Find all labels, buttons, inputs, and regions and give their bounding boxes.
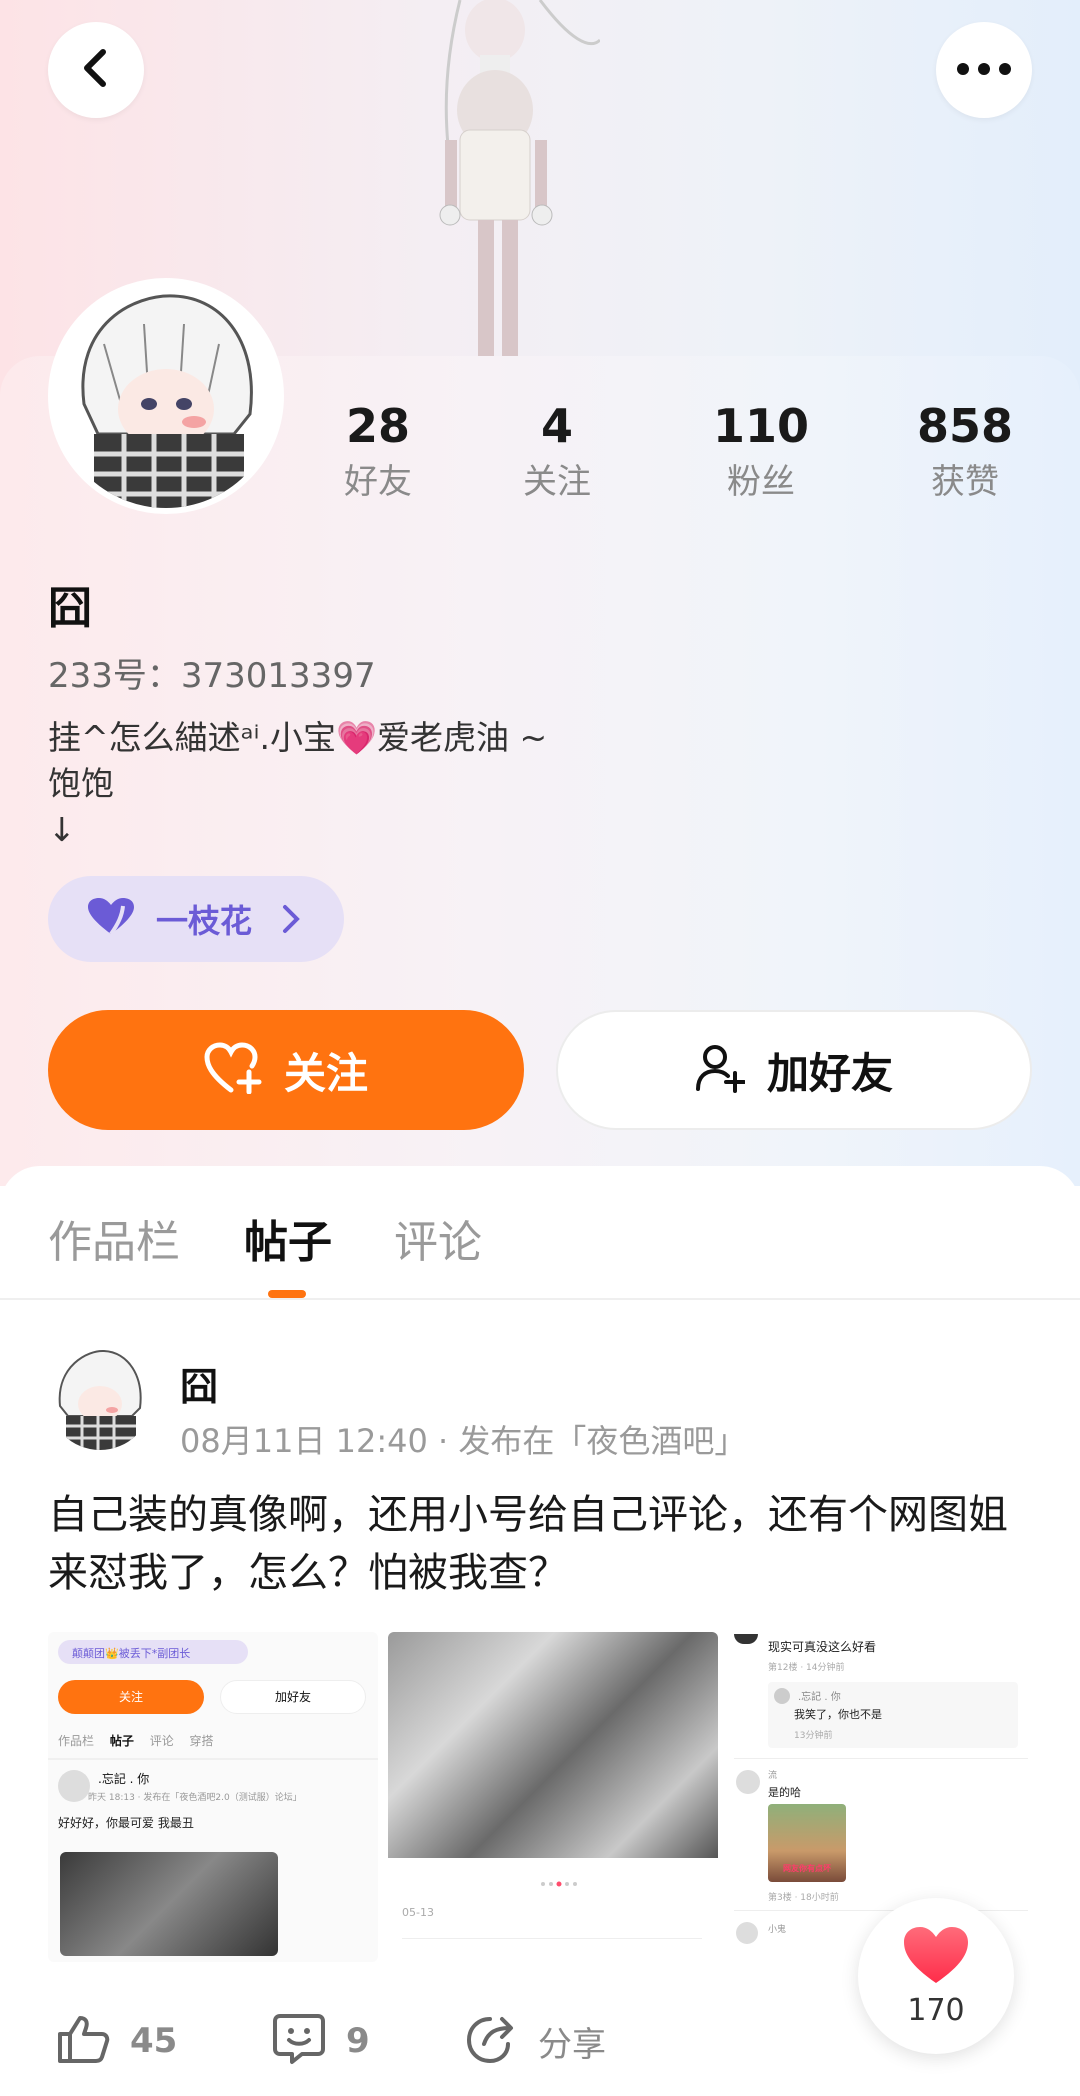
mini-meme-text: 网友你有点坏 [783,1864,831,1873]
mini-user: 流 [768,1771,778,1781]
tab-works[interactable]: 作品栏 [48,1206,180,1270]
mini-tabs: 作品栏 帖子 评论 穿搭 [58,1732,214,1749]
chevron-right-icon [282,904,300,938]
mini-meme-image: 网友你有点坏 [768,1804,846,1882]
chevron-left-icon [79,48,113,92]
heart-plus-icon [204,1042,262,1098]
comment-icon [272,2013,326,2069]
like-button[interactable]: 45 [56,2006,177,2076]
mini-follow-button: 关注 [58,1680,204,1714]
bio-line: ↓ [48,810,76,849]
follow-button[interactable]: 关注 [48,1010,524,1130]
mini-tab: 作品栏 [58,1734,95,1748]
bio-line: 挂^怎么緢述ᵃⁱ.小宝💗爱老虎油 ~ [48,718,548,757]
more-dots-icon [956,61,1012,80]
mini-date: 05-13 [402,1906,434,1919]
mini-avatar [734,1634,758,1644]
post-author-avatar[interactable] [48,1346,152,1450]
share-label: 分享 [538,2024,606,2065]
mini-tab: 评论 [149,1734,174,1748]
share-icon [464,2014,518,2068]
mini-meta: 13分钟前 [794,1731,833,1741]
profile-id: 233号：373013397 [48,656,376,696]
comment-button[interactable]: 9 [272,2006,370,2076]
mini-tag-pill: 颠颠团👑被丢下*副团长 [58,1640,248,1664]
stat-label: 关注 [523,462,591,502]
stat-label: 获赞 [931,462,999,502]
share-button[interactable]: 分享 [464,2006,606,2076]
tab-indicator [268,1290,306,1298]
mini-comment: 现实可真没这么好看 [768,1640,877,1654]
mini-avatar [58,1770,90,1802]
stat-followers[interactable]: 110 粉丝 [681,398,841,504]
post-images: 颠颠团👑被丢下*副团长 关注 加好友 作品栏 帖子 评论 穿搭 .忘記 . 你 … [48,1632,1032,1962]
mini-avatar [774,1688,790,1704]
mini-user: .忘記 . 你 [98,1772,150,1786]
profile-tabs: 作品栏 帖子 评论 [0,1166,1080,1300]
mini-user: 小鬼 [768,1925,787,1935]
mini-divider [734,1758,1028,1759]
mini-divider [402,1938,702,1939]
post-image-1[interactable]: 颠颠团👑被丢下*副团长 关注 加好友 作品栏 帖子 评论 穿搭 .忘記 . 你 … [48,1632,378,1962]
mini-meta: 第3楼 · 18小时前 [768,1893,839,1903]
stat-label: 好友 [344,462,412,502]
mini-photo [60,1852,278,1956]
more-button[interactable] [936,22,1032,118]
post-author-name[interactable]: 囧 [180,1356,218,1411]
post-image-2[interactable]: 05-13 [388,1632,718,1962]
profile-stats: 28 好友 4 关注 110 粉丝 858 获赞 [280,398,1080,518]
mini-add-friend-button: 加好友 [220,1680,366,1714]
add-user-icon [695,1043,746,1097]
mini-avatar [736,1922,758,1944]
bio-line: 饱饱 [48,764,114,803]
stat-value: 4 [540,399,573,453]
mini-meta: 昨天 18:13 · 发布在「夜色酒吧2.0（测试服）论坛」 [88,1793,302,1803]
add-friend-label: 加好友 [766,1048,893,1098]
mini-divider [48,1758,378,1760]
mini-reply: .忘記 . 你 我笑了，你也不是 13分钟前 [768,1682,1018,1748]
like-count: 45 [130,2021,178,2061]
banner-character-image [400,0,602,360]
tag-label: 一枝花 [156,902,253,940]
floating-like-count: 170 [907,1992,965,2028]
stat-label: 粉丝 [727,462,795,502]
profile-bio: 挂^怎么緢述ᵃⁱ.小宝💗爱老虎油 ~ 饱饱 ↓ [48,715,547,853]
profile-name: 囧 [48,583,92,634]
mini-comment: 是的哈 [768,1786,801,1799]
stat-likes[interactable]: 858 获赞 [885,398,1045,504]
stat-following[interactable]: 4 关注 [477,398,637,504]
stat-friends[interactable]: 28 好友 [298,398,458,504]
heart-icon [902,1925,970,1989]
mini-text: 好好好，你最可爱 我最丑 [58,1816,194,1830]
tab-posts[interactable]: 帖子 [244,1206,332,1270]
floating-like-button[interactable]: 170 [858,1898,1014,2054]
mini-avatar [736,1770,760,1794]
post-text[interactable]: 自己装的真像啊，还用小号给自己评论，还有个网图姐来怼我了，怎么？怕被我查？ [48,1486,1038,1602]
add-friend-button[interactable]: 加好友 [556,1010,1032,1130]
tag-badge[interactable]: 一枝花 [48,876,344,962]
post-image-3[interactable]: 现实可真没这么好看 第12楼 · 14分钟前 .忘記 . 你 我笑了，你也不是 … [728,1632,1032,1962]
stat-value: 858 [916,399,1014,453]
mini-user: .忘記 . 你 [798,1692,841,1703]
post-meta: 08月11日 12:40 · 发布在「夜色酒吧」 [180,1422,747,1460]
mini-meta: 第12楼 · 14分钟前 [768,1663,845,1673]
stat-value: 110 [712,399,810,453]
comment-count: 9 [346,2021,370,2061]
mini-tab: 帖子 [109,1734,134,1748]
mini-tab: 穿搭 [189,1734,214,1748]
thumbs-up-icon [56,2014,110,2068]
tab-comments[interactable]: 评论 [394,1206,482,1270]
stat-value: 28 [345,399,410,453]
carousel-dots [538,1872,578,1887]
heart-badge-icon [88,898,134,940]
mini-divider [734,1910,1028,1911]
hand-photo [388,1632,718,1858]
follow-label: 关注 [283,1048,368,1098]
back-button[interactable] [48,22,144,118]
mini-comment: 我笑了，你也不是 [794,1708,882,1721]
profile-avatar[interactable] [48,278,284,514]
